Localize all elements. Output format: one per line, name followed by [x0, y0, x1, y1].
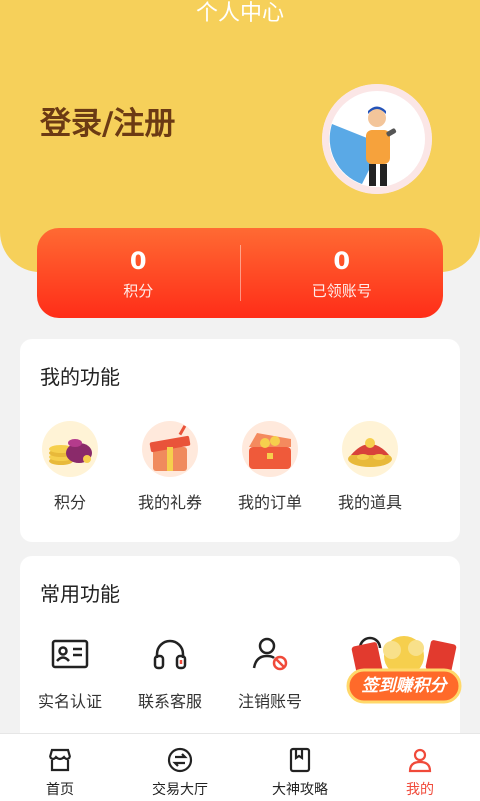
function-item-coupons[interactable]: 我的礼券	[120, 413, 220, 513]
my-functions-list: 积分 我的礼券 我的订单 我的道具	[20, 413, 460, 513]
function-item-label: 我的订单	[237, 493, 302, 512]
gift-box-icon	[137, 413, 203, 479]
gold-ingot-icon	[337, 413, 403, 479]
book-icon	[286, 746, 314, 774]
function-item-label: 我的道具	[337, 493, 402, 512]
tab-label: 大神攻略	[272, 782, 328, 798]
common-item-delete-account[interactable]: 注销账号	[220, 634, 320, 712]
points-label: 积分	[123, 281, 154, 300]
common-item-label: 实名认证	[37, 692, 102, 711]
stats-banner: 0 积分 0 已领账号	[37, 228, 443, 318]
page-title: 个人中心	[195, 1, 284, 26]
claimed-accounts-label: 已领账号	[311, 281, 372, 300]
points-value: 0	[129, 246, 147, 275]
tab-label: 我的	[406, 782, 434, 798]
user-forbidden-icon	[250, 634, 290, 674]
function-item-orders[interactable]: 我的订单	[220, 413, 320, 513]
tab-guides[interactable]: 大神攻略	[240, 734, 360, 801]
treasure-chest-icon	[237, 413, 303, 479]
exchange-icon	[166, 746, 194, 774]
common-functions-title: 常用功能	[40, 582, 120, 606]
login-register-link[interactable]: 登录/注册	[40, 98, 175, 143]
tab-trading-hall[interactable]: 交易大厅	[120, 734, 240, 801]
gold-coins-icon	[37, 413, 103, 479]
tab-label: 交易大厅	[152, 782, 208, 798]
claimed-accounts-stat[interactable]: 0 已领账号	[241, 246, 444, 301]
points-stat[interactable]: 0 积分	[37, 246, 240, 301]
tab-home[interactable]: 首页	[0, 734, 120, 801]
common-item-label: 注销账号	[237, 692, 302, 711]
claimed-accounts-value: 0	[333, 246, 351, 275]
common-item-label: 联系客服	[137, 692, 202, 711]
sign-in-earn-points-button[interactable]: 签到赚积分	[344, 630, 464, 708]
my-functions-card: 我的功能 积分 我的礼券 我的订单 我的道具	[20, 339, 460, 542]
tab-mine[interactable]: 我的	[360, 734, 480, 801]
tab-label: 首页	[46, 782, 74, 798]
avatar[interactable]	[322, 84, 432, 194]
user-icon	[406, 746, 434, 774]
common-item-contact-service[interactable]: 联系客服	[120, 634, 220, 712]
sign-in-earn-points-label: 签到赚积分	[361, 676, 447, 696]
common-item-real-name[interactable]: 实名认证	[20, 634, 120, 712]
function-item-props[interactable]: 我的道具	[320, 413, 420, 513]
function-item-label: 我的礼券	[137, 493, 202, 512]
user-illustration-icon	[322, 84, 432, 194]
bottom-tab-bar: 首页 交易大厅 大神攻略 我的	[0, 733, 480, 801]
function-item-label: 积分	[53, 493, 86, 512]
my-functions-title: 我的功能	[40, 365, 120, 389]
id-card-icon	[50, 634, 90, 674]
function-item-points[interactable]: 积分	[20, 413, 120, 513]
store-icon	[46, 746, 74, 774]
headset-icon	[150, 634, 190, 674]
